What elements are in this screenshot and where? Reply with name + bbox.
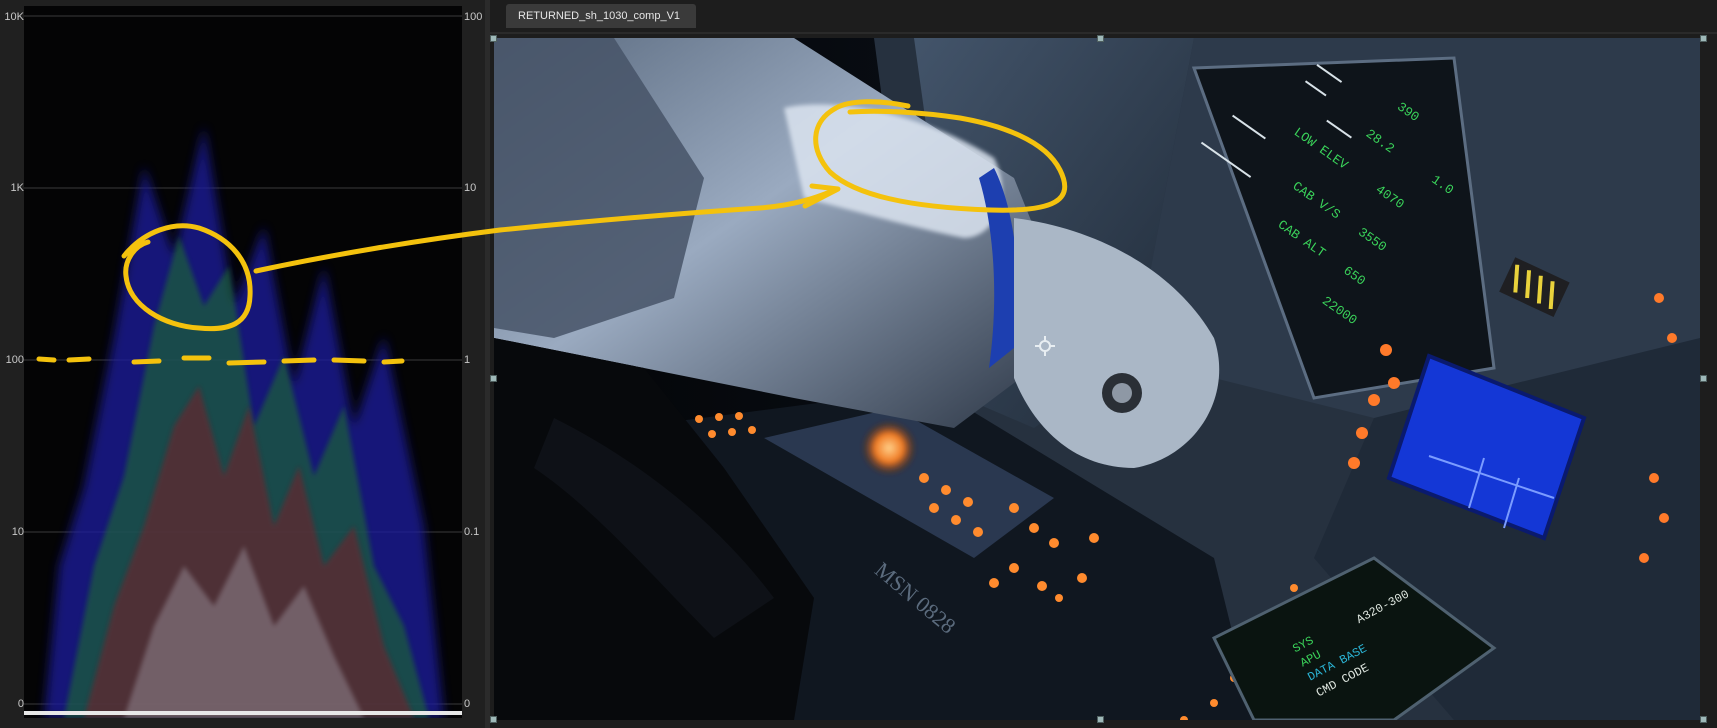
viewer-frame[interactable]: LOW ELEV 4070 CAB V/S 3550 CAB ALT 650 2… xyxy=(494,38,1700,720)
handle-top-center[interactable] xyxy=(1097,35,1104,42)
crosshair-target-icon[interactable] xyxy=(1035,336,1055,356)
scope-left-tick-1k: 1K xyxy=(10,182,24,194)
scope-left-tick-100: 100 xyxy=(5,354,24,366)
handle-bottom-center[interactable] xyxy=(1097,716,1104,723)
handle-bottom-left[interactable] xyxy=(490,716,497,723)
waveform-scope[interactable] xyxy=(24,6,462,718)
scope-left-tick-0: 0 xyxy=(17,698,24,710)
clip-tab[interactable]: RETURNED_sh_1030_comp_V1 xyxy=(506,4,696,28)
handle-top-left[interactable] xyxy=(490,35,497,42)
glowing-knob xyxy=(861,420,917,476)
viewer-panel: RETURNED_sh_1030_comp_V1 LOW ELEV 4070 C… xyxy=(490,0,1717,728)
frame-image: LOW ELEV 4070 CAB V/S 3550 CAB ALT 650 2… xyxy=(494,38,1700,720)
scope-left-tick-10k: 10K xyxy=(4,11,24,23)
waveform-graph xyxy=(24,15,462,718)
scope-baseline xyxy=(24,711,462,715)
handle-middle-left[interactable] xyxy=(490,375,497,382)
tab-strip xyxy=(490,32,1717,34)
scope-panel: 10K 1K 100 10 0 100 10 1 0.1 0 xyxy=(0,0,485,728)
handle-middle-right[interactable] xyxy=(1700,375,1707,382)
handle-bottom-right[interactable] xyxy=(1700,716,1707,723)
handle-top-right[interactable] xyxy=(1700,35,1707,42)
scope-left-tick-10: 10 xyxy=(11,526,24,538)
